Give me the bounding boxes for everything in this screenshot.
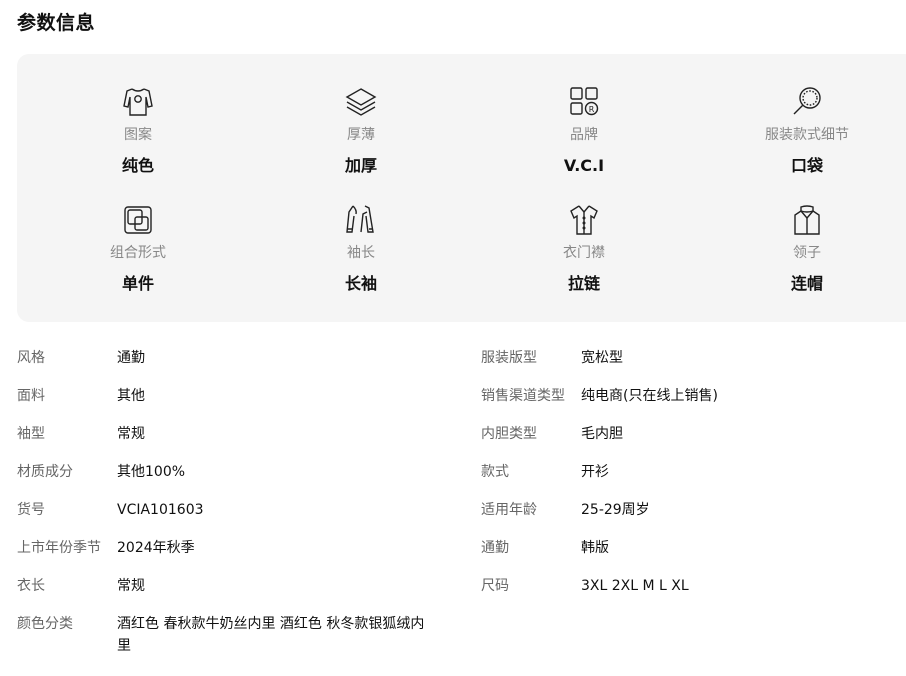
spec-key: 上市年份季节: [17, 540, 101, 556]
feature-label: 领子: [793, 245, 821, 261]
feature-label: 厚薄: [347, 127, 375, 143]
spec-value: 韩版: [581, 540, 609, 556]
feature-value: 单件: [121, 274, 154, 293]
feature-label: 衣门襟: [563, 245, 605, 261]
collar-icon: [794, 205, 820, 235]
feature-value: 拉链: [567, 274, 600, 293]
spec-value: 其他: [117, 388, 145, 404]
spec-key: 通勤: [481, 540, 509, 556]
shirt-pattern-icon: [123, 88, 153, 116]
spec-value: 25-29周岁: [581, 502, 650, 518]
spec-value: 其他100%: [117, 464, 186, 480]
spec-key: 款式: [481, 464, 509, 480]
feature-value: 口袋: [790, 156, 823, 175]
spec-value: 2024年秋季: [117, 540, 195, 556]
feature-card: 图案 纯色 厚薄 加厚 R 品牌 V.C.I 服装款式细节 口袋 组合形式 单件…: [17, 54, 906, 322]
spec-key: 内胆类型: [481, 426, 537, 442]
spec-value: 3XL 2XL M L XL: [581, 578, 689, 594]
spec-value: 纯电商(只在线上销售): [581, 388, 718, 404]
spec-key: 销售渠道类型: [481, 388, 565, 404]
magnifier-icon: [793, 87, 821, 115]
feature-detail: 服装款式细节 口袋: [727, 84, 887, 176]
feature-label: 图案: [124, 127, 152, 143]
feature-label: 品牌: [570, 127, 598, 143]
feature-value: 纯色: [121, 156, 154, 175]
layers-icon: [345, 88, 377, 116]
feature-brand: R 品牌 V.C.I: [504, 84, 664, 176]
spec-key: 尺码: [481, 578, 509, 594]
spec-key: 适用年龄: [481, 502, 537, 518]
feature-label: 组合形式: [110, 245, 166, 261]
feature-label: 袖长: [347, 245, 375, 261]
spec-key: 货号: [17, 502, 45, 518]
spec-value: 常规: [117, 578, 145, 594]
placket-shirt-icon: [570, 205, 598, 235]
feature-value: 连帽: [790, 274, 823, 293]
section-title: 参数信息: [17, 12, 96, 34]
spec-key: 衣长: [17, 578, 45, 594]
svg-text:R: R: [589, 105, 595, 114]
spec-key: 材质成分: [17, 464, 73, 480]
brand-icon: R: [570, 87, 599, 116]
spec-value: 酒红色 春秋款牛奶丝内里 酒红色 秋冬款银狐绒内里: [117, 616, 425, 654]
feature-sleeve: 袖长 长袖: [281, 202, 441, 294]
spec-key: 颜色分类: [17, 616, 73, 632]
spec-value: 常规: [117, 426, 145, 442]
spec-key: 服装版型: [481, 350, 537, 366]
spec-value: 通勤: [117, 350, 145, 366]
spec-key: 袖型: [17, 426, 45, 442]
feature-label: 服装款式细节: [765, 127, 849, 143]
sleeve-icon: [346, 205, 374, 233]
feature-value: 长袖: [344, 274, 377, 293]
spec-key: 风格: [17, 350, 45, 366]
feature-collar: 领子 连帽: [727, 202, 887, 294]
spec-key: 面料: [17, 388, 45, 404]
feature-thickness: 厚薄 加厚: [281, 84, 441, 176]
spec-value: 毛内胆: [581, 426, 623, 442]
feature-placket: 衣门襟 拉链: [504, 202, 664, 294]
spec-value: 宽松型: [581, 350, 623, 366]
feature-combination: 组合形式 单件: [58, 202, 218, 294]
combination-icon: [124, 206, 152, 234]
feature-pattern: 图案 纯色: [58, 84, 218, 176]
spec-value: 开衫: [581, 464, 609, 480]
feature-value: V.C.I: [563, 156, 605, 175]
feature-value: 加厚: [344, 156, 377, 175]
spec-value: VCIA101603: [117, 502, 204, 518]
